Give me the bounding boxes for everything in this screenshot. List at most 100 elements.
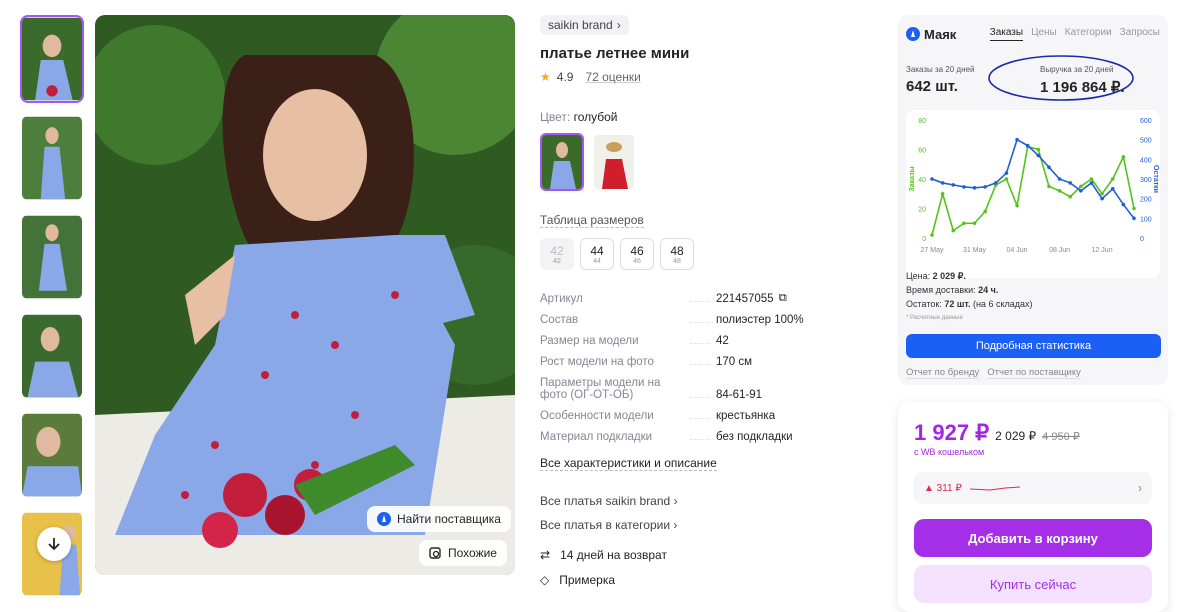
extra-info: ⇄ 14 дней на возврат ◇ Примерка — [540, 548, 870, 587]
series-point — [1110, 187, 1115, 191]
series-point — [1068, 181, 1073, 185]
category-dresses-link[interactable]: Все платья в категории › — [540, 518, 870, 532]
color-value: голубой — [573, 110, 618, 124]
series-point — [1089, 177, 1094, 181]
series-point — [1047, 165, 1051, 169]
find-supplier-button[interactable]: Найти поставщика — [367, 506, 511, 532]
tag-icon: ◇ — [540, 573, 550, 587]
tab-categories[interactable]: Категории — [1065, 27, 1112, 41]
category-dresses-label: Все платья в категории — [540, 518, 671, 532]
thumbnail[interactable] — [20, 411, 84, 499]
return-row[interactable]: ⇄ 14 дней на возврат — [540, 548, 870, 562]
series-point — [983, 209, 987, 214]
stock-value: 72 шт. — [944, 299, 971, 309]
spec-value: 84-61-91 — [716, 389, 763, 401]
brand-name: saikin brand — [548, 18, 613, 32]
size-option[interactable]: 44 44 — [580, 238, 614, 270]
left-axis-label: Заказы — [909, 166, 916, 191]
spec-row: Особенности модели крестьянка — [540, 410, 870, 422]
price-value: 2 029 ₽. — [932, 271, 966, 281]
tab-queries[interactable]: Запросы — [1120, 27, 1160, 41]
search-similar-icon — [429, 546, 441, 559]
mayak-reports: Отчет по бренду Отчет по поставщику — [906, 367, 1081, 379]
color-swatch-blue[interactable] — [540, 133, 584, 191]
supplier-report-link[interactable]: Отчет по поставщику — [987, 367, 1081, 379]
arrow-down-icon — [48, 538, 60, 551]
spec-row: Рост модели на фото 170 см — [540, 356, 870, 368]
reviews-link[interactable]: 72 оценки — [585, 70, 640, 84]
handwritten-circle-annotation — [988, 55, 1134, 101]
thumbnail[interactable] — [20, 213, 84, 301]
left-tick-label: 80 — [918, 118, 926, 125]
series-point — [1057, 189, 1062, 193]
right-tick-label: 500 — [1140, 138, 1152, 145]
right-tick-label: 100 — [1140, 216, 1152, 223]
size-table-link[interactable]: Таблица размеров — [540, 213, 644, 228]
series-point — [951, 228, 956, 233]
thumbnail[interactable] — [20, 114, 84, 202]
brand-link[interactable]: saikin brand › — [540, 15, 629, 35]
mayak-icon — [377, 512, 391, 526]
size-option[interactable]: 48 48 — [660, 238, 694, 270]
color-swatch-red[interactable] — [592, 133, 636, 191]
series-point — [1057, 177, 1062, 181]
x-tick-label: 12 Jun — [1092, 247, 1113, 254]
brand-report-link[interactable]: Отчет по бренду — [906, 367, 980, 379]
mayak-logo: Маяк — [906, 27, 956, 42]
copy-icon[interactable]: ⧉ — [779, 292, 787, 305]
similar-label: Похожие — [448, 546, 497, 560]
buy-panel: 1 927 ₽ 2 029 ₽ 4 950 ₽ с WB кошельком ▲… — [898, 402, 1168, 612]
chevron-right-icon: › — [673, 494, 678, 508]
series-point — [1110, 177, 1115, 181]
series-point — [1004, 171, 1009, 175]
left-tick-label: 0 — [922, 236, 926, 243]
thumbnail[interactable] — [20, 312, 84, 400]
brand-dresses-link[interactable]: Все платья saikin brand › — [540, 494, 870, 508]
scroll-down-button[interactable] — [37, 527, 71, 561]
color-line: Цвет: голубой — [540, 110, 870, 124]
main-product-image[interactable]: Найти поставщика Похожие — [95, 15, 515, 575]
delivery-label: Время доставки: — [906, 285, 976, 295]
tab-prices[interactable]: Цены — [1031, 27, 1057, 41]
series-point — [1121, 155, 1126, 159]
mayak-widget: Маяк Заказы Цены Категории Запросы Заказ… — [898, 15, 1168, 385]
series-point — [1100, 191, 1104, 196]
series-point — [1036, 147, 1041, 152]
mayak-header: Маяк Заказы Цены Категории Запросы — [898, 15, 1168, 45]
spec-value: крестьянка — [716, 410, 776, 422]
color-label: Цвет: — [540, 110, 571, 124]
detailed-stats-button[interactable]: Подробная статистика — [906, 334, 1161, 358]
spec-row: Артикул 221457055 ⧉ — [540, 292, 870, 305]
spec-key: Рост модели на фото — [540, 356, 654, 368]
wallet-note: с WB кошельком — [914, 447, 985, 457]
spec-value: полиэстер 100% — [716, 314, 804, 326]
size-option[interactable]: 46 46 — [620, 238, 654, 270]
add-to-cart-button[interactable]: Добавить в корзину — [914, 519, 1152, 557]
similar-button[interactable]: Похожие — [419, 540, 507, 566]
series-point — [1100, 196, 1104, 201]
series-point — [1036, 153, 1041, 158]
series-point — [1025, 143, 1030, 148]
spec-key: Особенности модели — [540, 410, 654, 422]
all-specs-link[interactable]: Все характеристики и описание — [540, 456, 717, 471]
buy-now-button[interactable]: Купить сейчас — [914, 565, 1152, 603]
series-point — [951, 183, 956, 187]
price-row: 1 927 ₽ 2 029 ₽ 4 950 ₽ — [914, 420, 1080, 446]
spec-value: без подкладки — [716, 431, 793, 443]
price-label: Цена: — [906, 271, 931, 281]
brand-dresses-label: Все платья saikin brand — [540, 494, 671, 508]
series-line — [931, 145, 1135, 236]
tab-orders[interactable]: Заказы — [989, 27, 1024, 41]
series-point — [940, 181, 945, 185]
x-tick-label: 08 Jun — [1049, 247, 1070, 254]
thumbnail[interactable] — [20, 15, 84, 103]
fitting-row[interactable]: ◇ Примерка — [540, 573, 870, 587]
size-sub: 48 — [673, 257, 681, 265]
x-tick-label: 27 May — [921, 247, 944, 254]
spec-row: Состав полиэстер 100% — [540, 314, 870, 326]
spec-value: 170 см — [716, 356, 753, 368]
price-history-button[interactable]: ▲ 311 ₽ › — [914, 472, 1152, 504]
spec-key: Размер на модели — [540, 335, 639, 347]
series-point — [972, 221, 977, 226]
rating-value: 4.9 — [556, 70, 574, 84]
